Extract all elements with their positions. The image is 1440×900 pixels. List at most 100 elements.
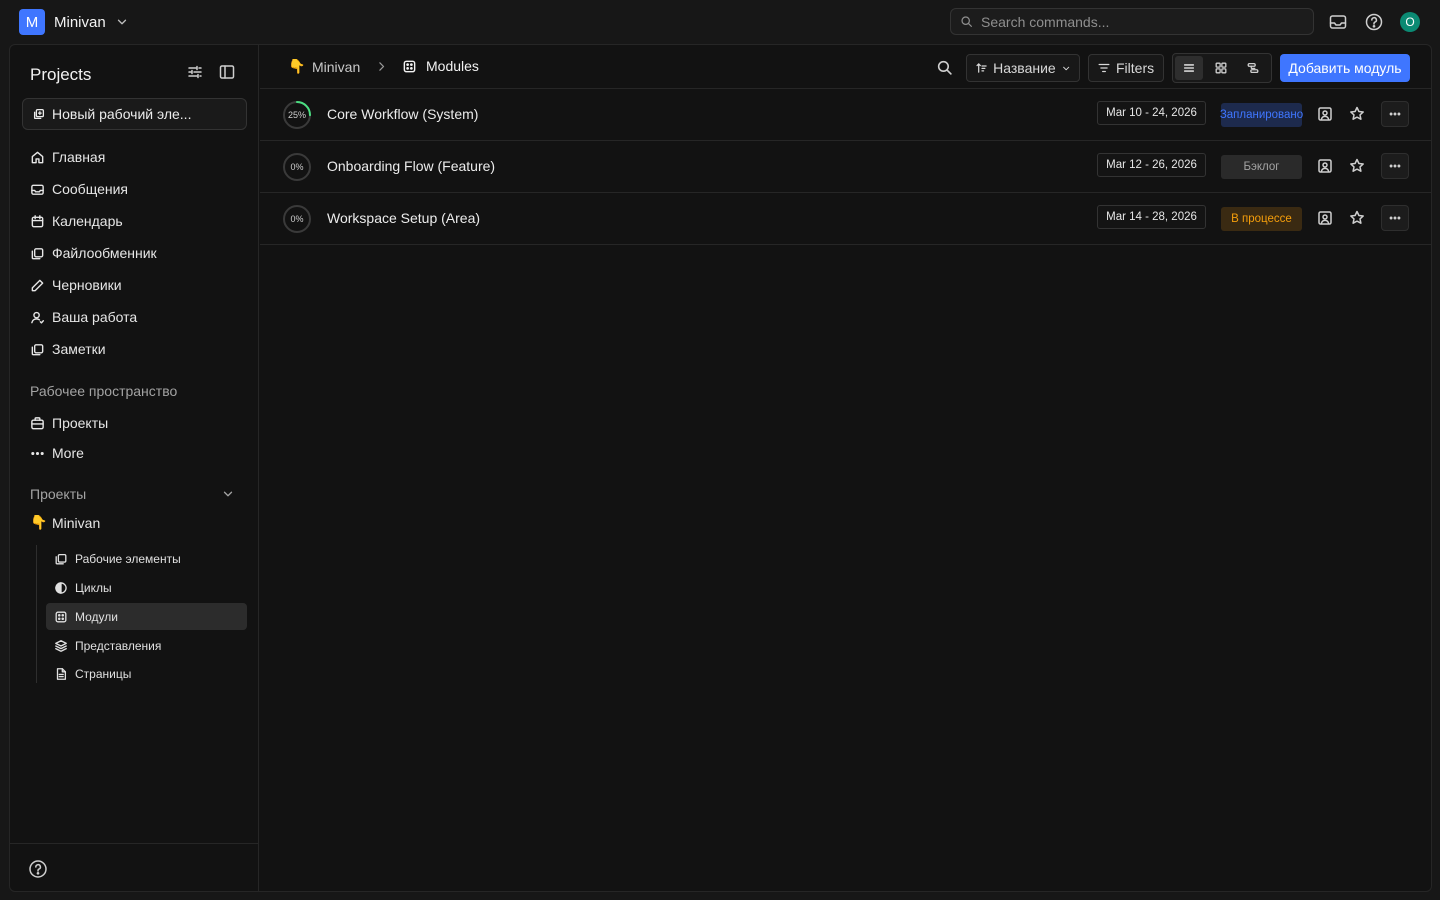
list-view-button[interactable] xyxy=(1175,56,1203,80)
nav-item-messages[interactable]: Сообщения xyxy=(30,177,128,201)
new-work-item-label: Новый рабочий эле... xyxy=(52,106,192,122)
project-subitem-views[interactable]: Представления xyxy=(46,632,247,659)
layers-icon xyxy=(55,553,67,564)
list-icon xyxy=(1183,64,1195,72)
sliders-icon xyxy=(188,65,202,79)
grid-icon xyxy=(1215,62,1227,74)
project-emoji-icon: 👇 xyxy=(30,514,48,530)
nav-item-your-work[interactable]: Ваша работа xyxy=(30,305,137,329)
nav-item-label: Сообщения xyxy=(52,181,128,197)
progress-ring: 0% xyxy=(282,152,312,182)
more-horizontal-icon xyxy=(1389,216,1401,220)
status-badge[interactable]: Запланировано xyxy=(1220,103,1303,127)
module-name[interactable]: Workspace Setup (Area) xyxy=(327,210,480,226)
home-icon xyxy=(31,151,44,163)
breadcrumb-current-label: Modules xyxy=(426,58,479,74)
stack-icon xyxy=(55,639,67,652)
module-date-range[interactable]: Mar 14 - 28, 2026 xyxy=(1097,205,1206,229)
star-icon xyxy=(1350,210,1364,224)
project-subitem-pages[interactable]: Страницы xyxy=(46,660,247,687)
favorite-button[interactable] xyxy=(1348,157,1366,175)
project-subitem-cycles[interactable]: Циклы xyxy=(46,574,247,601)
timeline-view-button[interactable] xyxy=(1239,56,1267,80)
module-lead-button[interactable] xyxy=(1316,157,1334,175)
top-bar: M Minivan Search commands... O xyxy=(0,0,1440,44)
favorite-button[interactable] xyxy=(1348,105,1366,123)
nav-item-drafts[interactable]: Черновики xyxy=(30,273,122,297)
breadcrumb-current[interactable]: Modules xyxy=(402,58,479,74)
workspace-switcher[interactable]: M Minivan xyxy=(19,9,129,35)
more-horizontal-icon xyxy=(1389,112,1401,116)
command-search-input[interactable]: Search commands... xyxy=(950,8,1314,35)
nav-item-calendar[interactable]: Календарь xyxy=(30,209,123,233)
status-badge[interactable]: В процессе xyxy=(1221,207,1302,231)
sidebar-settings-button[interactable] xyxy=(186,63,204,81)
sidebar-collapse-button[interactable] xyxy=(218,63,236,81)
progress-ring: 0% xyxy=(282,204,312,234)
project-name: Minivan xyxy=(52,514,101,531)
breadcrumb-project[interactable]: 👇 Minivan xyxy=(288,58,360,75)
sidebar-panel-icon xyxy=(219,65,235,79)
subitem-label: Рабочие элементы xyxy=(75,551,181,566)
cycle-icon xyxy=(55,581,67,594)
inbox-button[interactable] xyxy=(1328,12,1348,32)
calendar-icon xyxy=(31,214,44,227)
board-view-button[interactable] xyxy=(1207,56,1235,80)
new-work-item-button[interactable]: Новый рабочий эле... xyxy=(22,98,247,130)
chevron-down-icon xyxy=(223,491,233,497)
main-content: 👇 Minivan Modules Название Filters Добав… xyxy=(260,45,1431,891)
sidebar-footer-divider xyxy=(10,843,259,844)
nav-item-notes[interactable]: Заметки xyxy=(30,337,106,361)
subitem-label: Страницы xyxy=(75,666,132,681)
help-icon xyxy=(1365,13,1383,31)
modules-icon xyxy=(55,611,67,622)
nav-item-files[interactable]: Файлообменник xyxy=(30,241,157,265)
project-subitem-modules[interactable]: Модули xyxy=(46,603,247,630)
nav-item-projects[interactable]: Проекты xyxy=(30,411,108,435)
projects-collapse-toggle[interactable] xyxy=(221,487,235,501)
row-menu-button[interactable] xyxy=(1381,205,1409,231)
help-button[interactable] xyxy=(1364,12,1384,32)
nav-item-label: Черновики xyxy=(52,277,122,293)
more-horizontal-icon xyxy=(31,451,44,455)
project-subitem-work-items[interactable]: Рабочие элементы xyxy=(46,545,247,572)
progress-label: 0% xyxy=(290,162,304,172)
module-lead-button[interactable] xyxy=(1316,209,1334,227)
row-menu-button[interactable] xyxy=(1381,101,1409,127)
modules-search-button[interactable] xyxy=(936,59,953,76)
status-badge[interactable]: Бэклог xyxy=(1221,155,1302,179)
row-menu-button[interactable] xyxy=(1381,153,1409,179)
filters-button[interactable]: Filters xyxy=(1088,54,1164,82)
module-date-range[interactable]: Mar 12 - 26, 2026 xyxy=(1097,153,1206,177)
project-item-minivan[interactable]: 👇 Minivan xyxy=(30,514,100,531)
nav-item-label: Календарь xyxy=(52,213,123,229)
pen-icon xyxy=(31,279,44,291)
nav-item-label: Ваша работа xyxy=(52,309,138,325)
sort-dropdown[interactable]: Название xyxy=(966,54,1080,82)
module-row[interactable]: 25% Core Workflow (System) Mar 10 - 24, … xyxy=(260,89,1431,141)
nav-item-label: More xyxy=(52,445,84,461)
sort-label: Название xyxy=(993,60,1056,76)
favorite-button[interactable] xyxy=(1348,209,1366,227)
nav-item-home[interactable]: Главная xyxy=(30,145,105,169)
module-name[interactable]: Core Workflow (System) xyxy=(327,106,478,122)
module-row[interactable]: 0% Workspace Setup (Area) Mar 14 - 28, 2… xyxy=(260,193,1431,245)
module-date-range[interactable]: Mar 10 - 24, 2026 xyxy=(1097,101,1206,125)
timeline-icon xyxy=(1247,62,1259,74)
module-row[interactable]: 0% Onboarding Flow (Feature) Mar 12 - 26… xyxy=(260,141,1431,193)
subitem-label: Представления xyxy=(75,638,162,653)
user-avatar[interactable]: O xyxy=(1400,12,1420,32)
add-module-button[interactable]: Добавить модуль xyxy=(1280,54,1410,82)
module-lead-button[interactable] xyxy=(1316,105,1334,123)
workspace-logo: M xyxy=(19,9,45,35)
help-icon xyxy=(29,860,47,878)
nav-item-label: Заметки xyxy=(52,341,106,357)
module-name[interactable]: Onboarding Flow (Feature) xyxy=(327,158,495,174)
more-horizontal-icon xyxy=(1389,164,1401,168)
sidebar-help-button[interactable] xyxy=(28,859,48,879)
nav-item-more[interactable]: More xyxy=(30,441,84,465)
workspace-name: Minivan xyxy=(54,13,106,31)
filters-label: Filters xyxy=(1116,60,1155,76)
star-icon xyxy=(1350,158,1364,172)
workspace-section-label: Рабочее пространство xyxy=(30,383,178,399)
